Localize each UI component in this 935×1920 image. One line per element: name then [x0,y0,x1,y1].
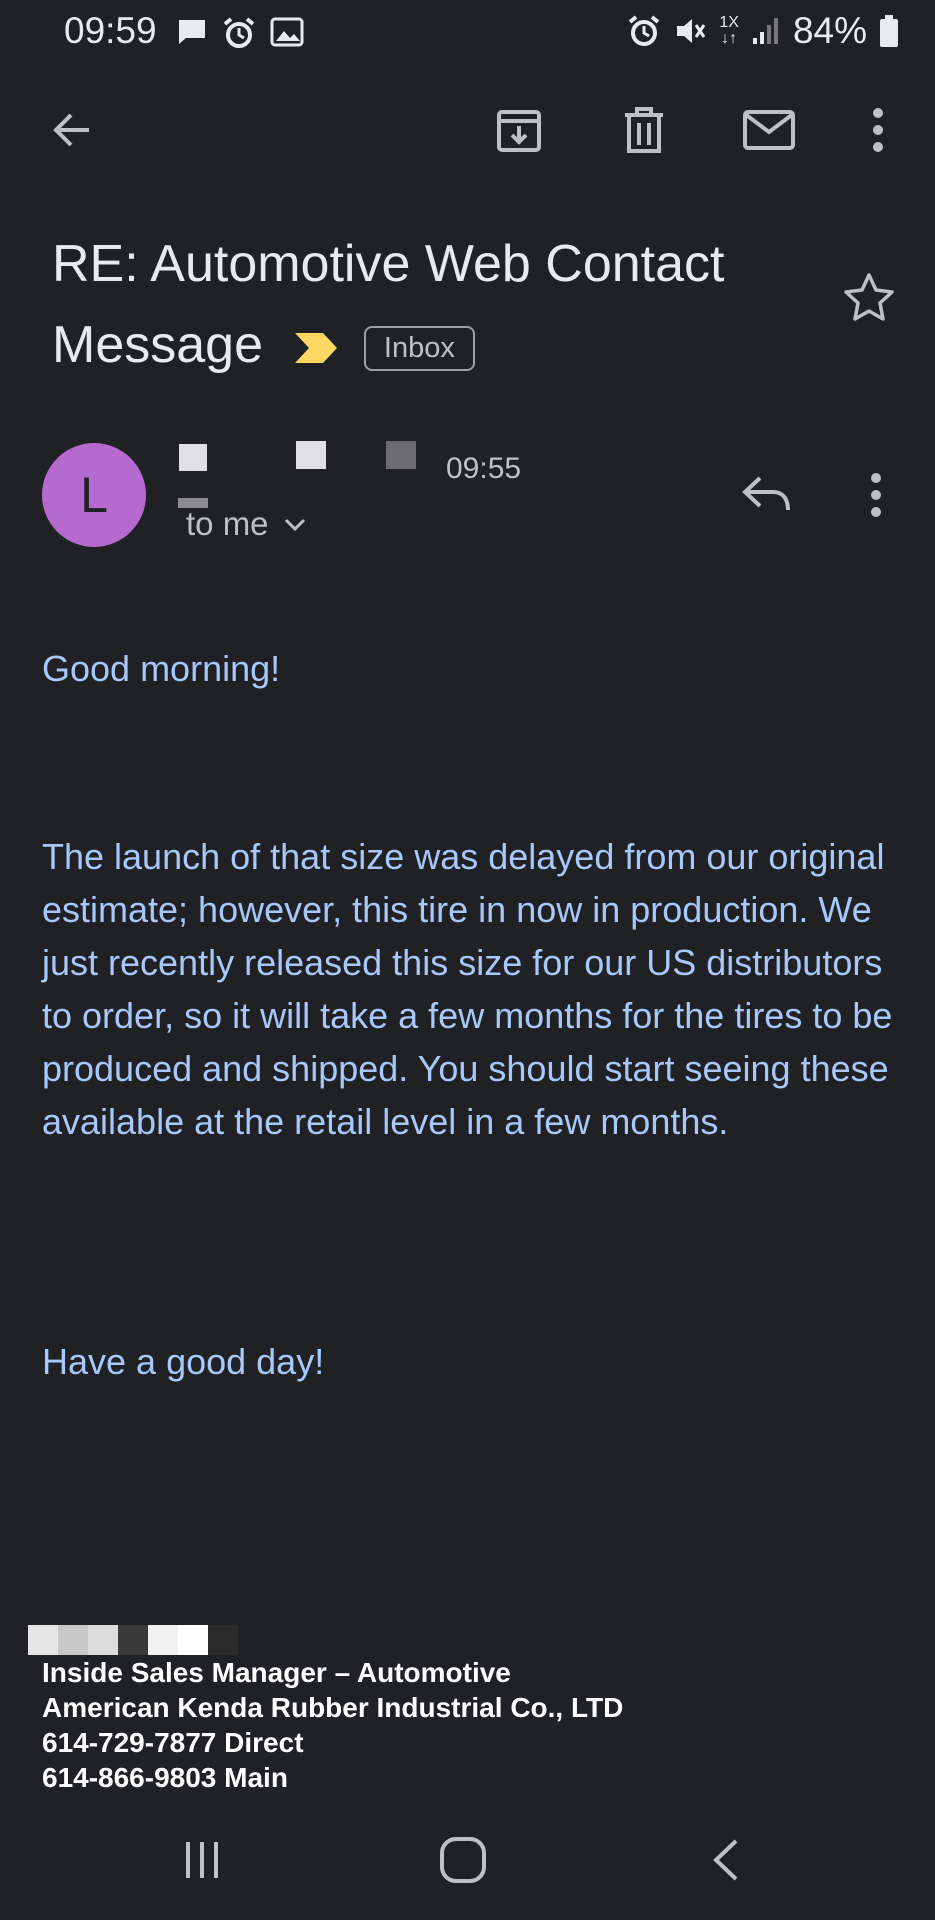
star-icon [844,273,894,321]
mark-unread-button[interactable] [741,102,797,158]
email-greeting: Good morning! [42,648,281,689]
redacted-signature-name [28,1625,238,1655]
status-right: 1X ↓↑ 84% [627,10,899,52]
battery-icon [880,15,898,47]
recipient-label: to me [186,505,269,542]
recents-icon [186,1842,218,1878]
data-icon: 1X ↓↑ [719,14,739,47]
mute-icon [677,19,706,43]
image-icon [270,17,304,47]
signature-phone-direct[interactable]: 614-729-7877 Direct [42,1725,623,1760]
recents-button[interactable] [162,1830,242,1890]
back-button[interactable] [44,102,100,158]
more-options-button[interactable] [850,102,906,158]
email-subject: RE: Automotive Web Contact Message Inbox [52,224,812,389]
more-vert-icon [873,108,883,152]
archive-icon [497,110,541,152]
redacted-sender-block [386,441,416,469]
signature-title: Inside Sales Manager – Automotive [42,1657,511,1688]
status-time: 09:59 [64,10,157,51]
email-signature: Inside Sales Manager – Automotive Americ… [42,1655,623,1795]
redacted-sender-block [179,444,207,471]
more-vert-icon [871,473,881,517]
redacted-sender-block [296,441,326,469]
email-body: The launch of that size was delayed from… [42,836,893,1142]
sender-avatar[interactable]: L [42,443,146,547]
subject-line-2: Message [52,316,263,374]
signal-icon [752,18,778,44]
recipient-toggle[interactable]: to me [186,505,307,543]
home-button[interactable] [423,1830,503,1890]
signature-phone-main[interactable]: 614-866-9803 Main [42,1760,623,1795]
mark-unread-icon [743,110,795,150]
sender-time: 09:55 [446,452,522,485]
signature-company: American Kenda Rubber Industrial Co., LT… [42,1692,624,1723]
home-icon [440,1837,486,1883]
status-left-icons [176,16,304,50]
battery-percent: 84% [792,10,867,51]
subject-line-1: RE: Automotive Web Contact [52,235,725,293]
nav-back-button[interactable] [686,1830,766,1890]
email-closing: Have a good day! [42,1341,325,1382]
delete-icon [625,107,663,153]
back-icon [713,1839,738,1881]
archive-button[interactable] [491,102,547,158]
message-icon [179,20,205,44]
star-button[interactable] [843,272,895,327]
message-more-button[interactable] [870,472,882,523]
data-label: 1X [719,14,739,31]
chevron-down-icon [284,518,305,532]
reply-icon [742,476,790,511]
back-arrow-icon [53,113,89,147]
alarm-icon [629,15,660,46]
importance-marker-icon[interactable] [293,308,339,389]
alarm-icon [223,17,255,48]
inbox-label-chip[interactable]: Inbox [363,325,475,371]
reply-button[interactable] [740,472,794,521]
delete-button[interactable] [616,102,672,158]
